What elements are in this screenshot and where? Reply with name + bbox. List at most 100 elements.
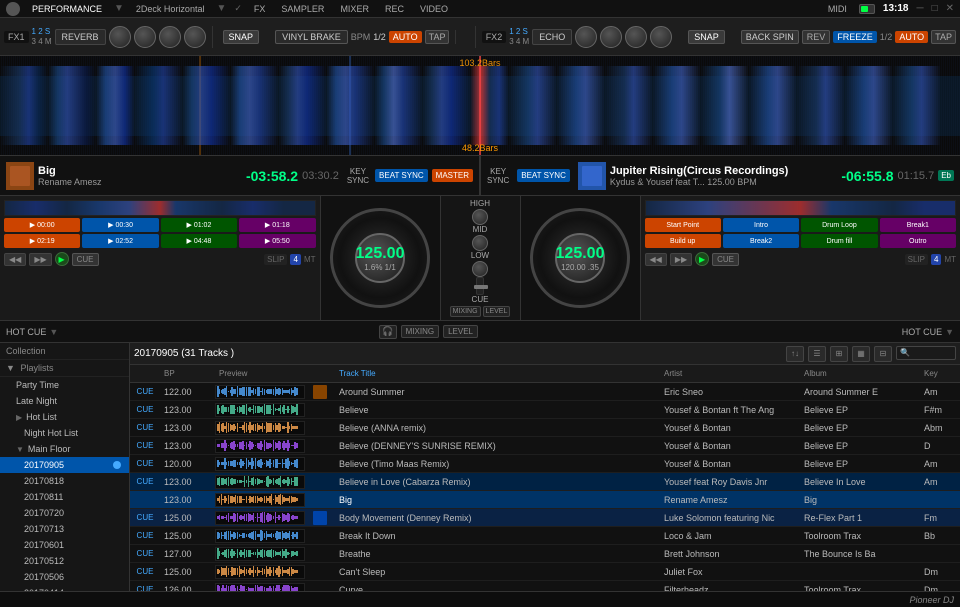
loop-val-2[interactable]: 4 (931, 254, 941, 265)
mixing-toggle[interactable]: MIXING (401, 325, 439, 338)
prev-btn-2[interactable]: ◀◀ (645, 253, 667, 266)
hc-btn-8[interactable]: ▶ 05:50 (239, 234, 315, 248)
hc-btn-1[interactable]: ▶ 00:00 (4, 218, 80, 232)
prev-btn-1[interactable]: ◀◀ (4, 253, 26, 266)
beat-sync-btn[interactable]: BEAT SYNC (375, 169, 428, 182)
col-header-key[interactable]: Key (920, 369, 960, 378)
r-hc-6[interactable]: Break2 (723, 234, 799, 248)
deck1-platter[interactable]: 125.00 1.6% 1/1 (330, 208, 430, 308)
main-floor-arrow[interactable]: ▼ (16, 445, 24, 454)
hc-arrow-down-r[interactable]: ▼ (945, 327, 954, 337)
hc-btn-5[interactable]: ▶ 02:19 (4, 234, 80, 248)
waveform-area[interactable]: 103.2Bars 48.2Bars (0, 56, 960, 156)
sidebar-item-hot-list[interactable]: ▶ Hot List (0, 409, 129, 425)
artwork-view-btn[interactable]: ▦ (852, 346, 870, 362)
r-hc-7[interactable]: Drum fill (801, 234, 877, 248)
sampler-toggle[interactable]: SAMPLER (277, 4, 328, 14)
track-preview[interactable] (215, 475, 305, 489)
sort-btn[interactable]: ↑↓ (786, 346, 804, 362)
performance-mode[interactable]: PERFORMANCE (28, 4, 106, 14)
track-row[interactable]: CUE 123.00 Believe Yousef & Bontan ft Th… (130, 401, 960, 419)
fx1-room-knob[interactable] (109, 26, 131, 48)
track-row[interactable]: CUE 127.00 Breathe Brett Johnson The Bou… (130, 545, 960, 563)
hot-list-arrow[interactable]: ▶ (16, 413, 22, 422)
tap-btn-1[interactable]: TAP (425, 30, 450, 44)
vinyl-brake[interactable]: VINYL BRAKE (275, 30, 348, 44)
fx2-ld-knob[interactable] (575, 26, 597, 48)
track-row[interactable]: CUE 125.00 Can't Sleep Juliet Fox Dm (130, 563, 960, 581)
col-header-artist[interactable]: Artist (660, 369, 800, 378)
track-preview[interactable] (215, 565, 305, 579)
auto-btn-1[interactable]: AUTO (389, 31, 422, 43)
hc-arrow-down[interactable]: ▼ (49, 327, 58, 337)
back-spin[interactable]: BACK SPIN (741, 30, 799, 44)
fx-toggle[interactable]: FX (250, 4, 270, 14)
next-btn-2[interactable]: ▶▶ (670, 253, 692, 266)
hc-btn-3[interactable]: ▶ 01:02 (161, 218, 237, 232)
fx1-lowcut-knob[interactable] (159, 26, 181, 48)
mid-knob[interactable] (472, 235, 488, 251)
col-header-title[interactable]: Track Title (335, 369, 660, 378)
fx2-ch1[interactable]: 1 2 S (509, 27, 529, 36)
sidebar-item-20170713[interactable]: 20170713 (0, 521, 129, 537)
hc-btn-6[interactable]: ▶ 02:52 (82, 234, 158, 248)
fx1-ch2[interactable]: 3 4 M (32, 37, 52, 46)
sidebar-item-main-floor[interactable]: ▼ Main Floor (0, 441, 129, 457)
track-row[interactable]: CUE 125.00 Body Movement (Denney Remix) … (130, 509, 960, 527)
fx2-filter-knob[interactable] (650, 26, 672, 48)
col-header-bpm[interactable]: BP (160, 369, 215, 378)
auto-btn-2[interactable]: AUTO (895, 31, 928, 43)
sidebar-item-20170818[interactable]: 20170818 (0, 473, 129, 489)
level-toggle[interactable]: LEVEL (443, 325, 478, 338)
high-knob[interactable] (472, 209, 488, 225)
freeze-btn[interactable]: FREEZE (833, 31, 877, 43)
cue-btn-2[interactable]: CUE (712, 253, 739, 266)
snap-btn-2[interactable]: SNAP (688, 30, 725, 44)
loop-val-1[interactable]: 4 (290, 254, 300, 265)
track-preview[interactable] (215, 403, 305, 417)
r-hc-2[interactable]: Intro (723, 218, 799, 232)
track-preview[interactable] (215, 457, 305, 471)
sidebar-item-20170512[interactable]: 20170512 (0, 553, 129, 569)
track-preview[interactable] (215, 583, 305, 592)
fx2-fraction[interactable]: 1/2 (880, 32, 893, 42)
sidebar-item-20170720[interactable]: 20170720 (0, 505, 129, 521)
fx1-hicut-knob[interactable] (184, 26, 206, 48)
fx1-ch1[interactable]: 1 2 S (32, 27, 52, 36)
r-hc-8[interactable]: Outro (880, 234, 956, 248)
track-row[interactable]: CUE 122.00 Around Summer Eric Sneo Aroun… (130, 383, 960, 401)
master-btn[interactable]: MASTER (432, 169, 473, 182)
search-input[interactable]: 🔍 (896, 346, 956, 360)
extra-view-btn[interactable]: ⊟ (874, 346, 892, 362)
col-header-album[interactable]: Album (800, 369, 920, 378)
track-row[interactable]: CUE 123.00 Believe (DENNEY'S SUNRISE REM… (130, 437, 960, 455)
fx2-echo[interactable]: ECHO (532, 29, 572, 45)
sidebar-item-20170506[interactable]: 20170506 (0, 569, 129, 585)
cue-btn-1[interactable]: CUE (72, 253, 99, 266)
tap-btn-2[interactable]: TAP (931, 30, 956, 44)
hc-btn-4[interactable]: ▶ 01:18 (239, 218, 315, 232)
rev-btn[interactable]: REV (802, 30, 831, 44)
fx1-reverb[interactable]: REVERB (55, 29, 106, 45)
fx2-feedback-knob[interactable] (625, 26, 647, 48)
r-hc-5[interactable]: Build up (645, 234, 721, 248)
r-hc-1[interactable]: Start Point (645, 218, 721, 232)
track-row[interactable]: CUE 125.00 Break It Down Loco & Jam Tool… (130, 527, 960, 545)
sidebar-item-party-time[interactable]: Party Time (0, 377, 129, 393)
sidebar-item-late-night[interactable]: Late Night (0, 393, 129, 409)
sidebar-item-night-hot-list[interactable]: Night Hot List (0, 425, 129, 441)
hc-btn-2[interactable]: ▶ 00:30 (82, 218, 158, 232)
track-preview[interactable] (215, 547, 305, 561)
r-hc-4[interactable]: Break1 (880, 218, 956, 232)
headphone-icon[interactable]: 🎧 (379, 325, 397, 339)
snap-btn-1[interactable]: SNAP (223, 30, 260, 44)
minimize-btn[interactable]: ─ (916, 3, 923, 14)
fx1-fraction[interactable]: 1/2 (373, 32, 386, 42)
sidebar-item-20170414[interactable]: 20170414 (0, 585, 129, 591)
r-hc-3[interactable]: Drum Loop (801, 218, 877, 232)
hc-btn-7[interactable]: ▶ 04:48 (161, 234, 237, 248)
track-row[interactable]: CUE 123.00 Believe (ANNA remix) Yousef &… (130, 419, 960, 437)
track-preview[interactable] (215, 385, 305, 399)
mixer-toggle[interactable]: MIXER (336, 4, 373, 14)
track-row[interactable]: CUE 126.00 Curve Filterheadz Toolroom Tr… (130, 581, 960, 591)
